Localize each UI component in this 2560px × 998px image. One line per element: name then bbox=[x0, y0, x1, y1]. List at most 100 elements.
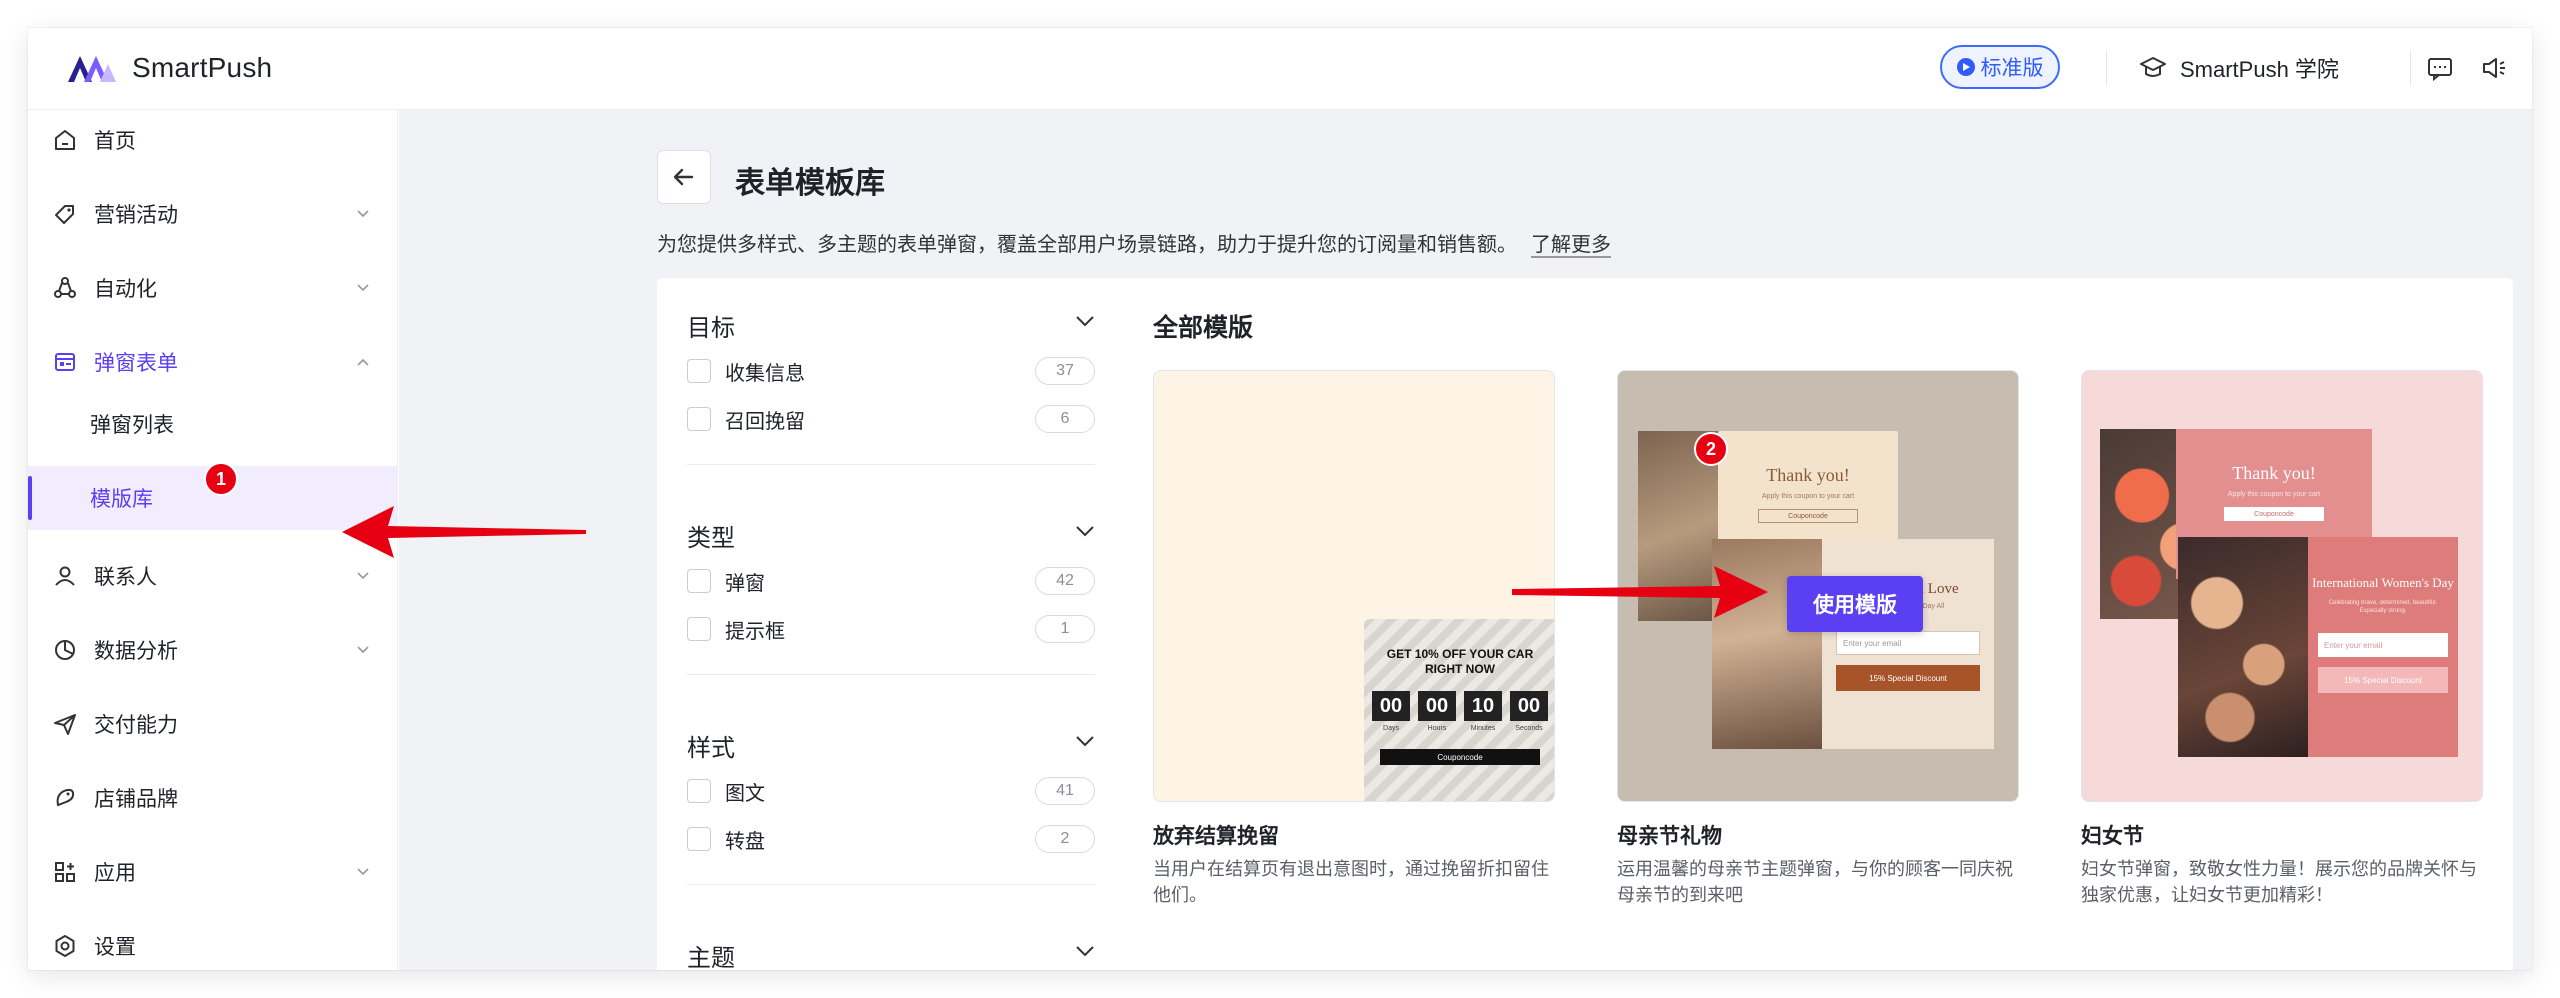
filter-option[interactable]: 召回挽留 6 bbox=[687, 402, 1095, 436]
filter-option-label: 收集信息 bbox=[725, 362, 805, 385]
filter-option[interactable]: 收集信息 37 bbox=[687, 354, 1095, 388]
template-card-womens-day[interactable]: Thank you! Apply this coupon to your car… bbox=[2081, 370, 2483, 802]
filter-group-style: 样式 图文 41 转盘 2 bbox=[687, 728, 1095, 853]
preview-card-title: International Women's Day bbox=[2312, 575, 2454, 590]
logo[interactable]: SmartPush bbox=[64, 50, 272, 86]
sidebar-item-label: 首页 bbox=[94, 130, 136, 153]
sidebar-item-delivery[interactable]: 交付能力 bbox=[28, 694, 398, 754]
back-button[interactable] bbox=[657, 150, 711, 204]
checkbox[interactable] bbox=[687, 359, 711, 383]
play-icon bbox=[1956, 58, 1975, 76]
preview-input: Enter your email bbox=[1836, 631, 1980, 655]
speaker-icon[interactable] bbox=[2478, 52, 2510, 84]
preview-subline: Apply this coupon to your cart bbox=[2227, 491, 2321, 498]
plan-badge[interactable]: 标准版 bbox=[1940, 45, 2060, 89]
chevron-down-icon bbox=[357, 572, 369, 580]
send-icon bbox=[54, 714, 76, 735]
main-content: 表单模板库 为您提供多样式、多主题的表单弹窗，覆盖全部用户场景链路，助力于提升您… bbox=[399, 110, 2532, 970]
sidebar-item-home[interactable]: 首页 bbox=[28, 110, 398, 170]
page-description: 为您提供多样式、多主题的表单弹窗，覆盖全部用户场景链路，助力于提升您的订阅量和销… bbox=[657, 228, 1611, 257]
preview-headline: Thank you! bbox=[1766, 465, 1850, 485]
preview-code: Couponcode bbox=[2224, 507, 2324, 521]
step-badge-2: 2 bbox=[1694, 432, 1728, 466]
chevron-down-icon[interactable] bbox=[1075, 734, 1095, 748]
filter-count: 1 bbox=[1035, 615, 1095, 643]
annotation-arrow-right bbox=[1512, 566, 1768, 618]
use-template-button[interactable]: 使用模版 bbox=[1787, 576, 1923, 632]
sidebar-item-popup-forms[interactable]: 弹窗表单 bbox=[28, 332, 398, 392]
brand-icon bbox=[56, 788, 75, 807]
sidebar-item-settings[interactable]: 设置 bbox=[28, 916, 398, 970]
header-divider bbox=[2106, 50, 2107, 86]
preview-signup-card: International Women's Day Celebrating br… bbox=[2308, 537, 2458, 757]
chevron-up-icon bbox=[357, 358, 369, 366]
page-title: 表单模板库 bbox=[735, 167, 885, 200]
chevron-down-icon bbox=[357, 868, 369, 876]
preview-input: Enter your email bbox=[2318, 633, 2448, 657]
sidebar-item-label: 设置 bbox=[94, 936, 136, 959]
sidebar-item-popup-list[interactable]: 弹窗列表 bbox=[28, 392, 398, 456]
section-title: 全部模版 bbox=[1153, 314, 1254, 342]
step-badge-1: 1 bbox=[204, 462, 238, 496]
form-icon bbox=[55, 353, 75, 371]
filter-group-theme: 主题 bbox=[687, 938, 1095, 970]
filter-option-label: 转盘 bbox=[725, 830, 765, 853]
chevron-down-icon bbox=[357, 210, 369, 218]
filter-divider bbox=[687, 884, 1095, 885]
filter-option[interactable]: 弹窗 42 bbox=[687, 564, 1095, 598]
checkbox[interactable] bbox=[687, 407, 711, 431]
filter-option[interactable]: 转盘 2 bbox=[687, 822, 1095, 856]
template-name: 母亲节礼物 bbox=[1617, 825, 1722, 848]
template-panel: 目标 收集信息 37 召回挽留 6 类型 弹窗 42 提示框 1 样式 图文 4… bbox=[657, 278, 2513, 970]
academy-link[interactable]: SmartPush 学院 bbox=[2138, 52, 2339, 84]
top-header: SmartPush 标准版 SmartPush 学院 bbox=[28, 28, 2532, 110]
filter-count: 42 bbox=[1035, 567, 1095, 595]
checkbox[interactable] bbox=[687, 779, 711, 803]
timer-digit: 00 bbox=[1372, 691, 1410, 721]
template-name: 放弃结算挽留 bbox=[1153, 825, 1279, 848]
filter-option[interactable]: 提示框 1 bbox=[687, 612, 1095, 646]
preview-headline: GET 10% OFF YOUR CAR RIGHT NOW bbox=[1386, 647, 1534, 676]
chevron-down-icon[interactable] bbox=[1075, 944, 1095, 958]
automation-icon bbox=[54, 277, 76, 298]
arrow-left-icon bbox=[673, 168, 694, 186]
preview-signup-card: Mom, with Love Happy Mother's Day All En… bbox=[1822, 539, 1994, 749]
page-description-text: 为您提供多样式、多主题的表单弹窗，覆盖全部用户场景链路，助力于提升您的订阅量和销… bbox=[657, 234, 1517, 256]
sidebar-item-label: 应用 bbox=[94, 862, 136, 885]
checkbox[interactable] bbox=[687, 827, 711, 851]
filter-count: 6 bbox=[1035, 405, 1095, 433]
chevron-down-icon[interactable] bbox=[1075, 524, 1095, 538]
annotation-arrow-left bbox=[342, 506, 586, 558]
preview-headline: Thank you! bbox=[2232, 463, 2316, 483]
header-divider bbox=[2410, 50, 2411, 86]
apps-icon bbox=[55, 862, 75, 882]
sidebar-item-marketing[interactable]: 营销活动 bbox=[28, 184, 398, 244]
template-card-checkout[interactable]: GET 10% OFF YOUR CAR RIGHT NOW 00 00 10 … bbox=[1153, 370, 1555, 802]
sidebar-item-store-brand[interactable]: 店铺品牌 bbox=[28, 768, 398, 828]
preview-subline: Apply this coupon to your cart bbox=[1761, 493, 1855, 500]
checkbox[interactable] bbox=[687, 617, 711, 641]
sidebar-item-label: 营销活动 bbox=[94, 204, 178, 227]
sidebar-item-apps[interactable]: 应用 bbox=[28, 842, 398, 902]
filter-group-type: 类型 弹窗 42 提示框 1 bbox=[687, 518, 1095, 643]
sidebar-item-label: 交付能力 bbox=[94, 714, 178, 737]
checkbox[interactable] bbox=[687, 569, 711, 593]
template-preview: GET 10% OFF YOUR CAR RIGHT NOW 00 00 10 … bbox=[1364, 619, 1554, 801]
home-icon bbox=[55, 130, 75, 150]
filter-count: 2 bbox=[1035, 825, 1095, 853]
user-icon bbox=[55, 566, 75, 586]
sidebar-item-analytics[interactable]: 数据分析 bbox=[28, 620, 398, 680]
template-description: 运用温馨的母亲节主题弹窗，与你的顾客一同庆祝母亲节的到来吧 bbox=[1617, 859, 2013, 905]
message-icon[interactable] bbox=[2424, 52, 2456, 84]
countdown-timer: 00 00 10 00 bbox=[1372, 691, 1548, 743]
learn-more-link[interactable]: 了解更多 bbox=[1531, 234, 1611, 256]
chevron-down-icon bbox=[357, 284, 369, 292]
chevron-down-icon[interactable] bbox=[1075, 314, 1095, 328]
preview-photo bbox=[2178, 537, 2308, 757]
academy-label: SmartPush 学院 bbox=[2180, 57, 2339, 82]
filter-option[interactable]: 图文 41 bbox=[687, 774, 1095, 808]
sidebar-item-automation[interactable]: 自动化 bbox=[28, 258, 398, 318]
app-name: SmartPush bbox=[132, 52, 273, 83]
sidebar-item-label: 弹窗表单 bbox=[94, 352, 178, 375]
settings-icon bbox=[55, 935, 75, 957]
